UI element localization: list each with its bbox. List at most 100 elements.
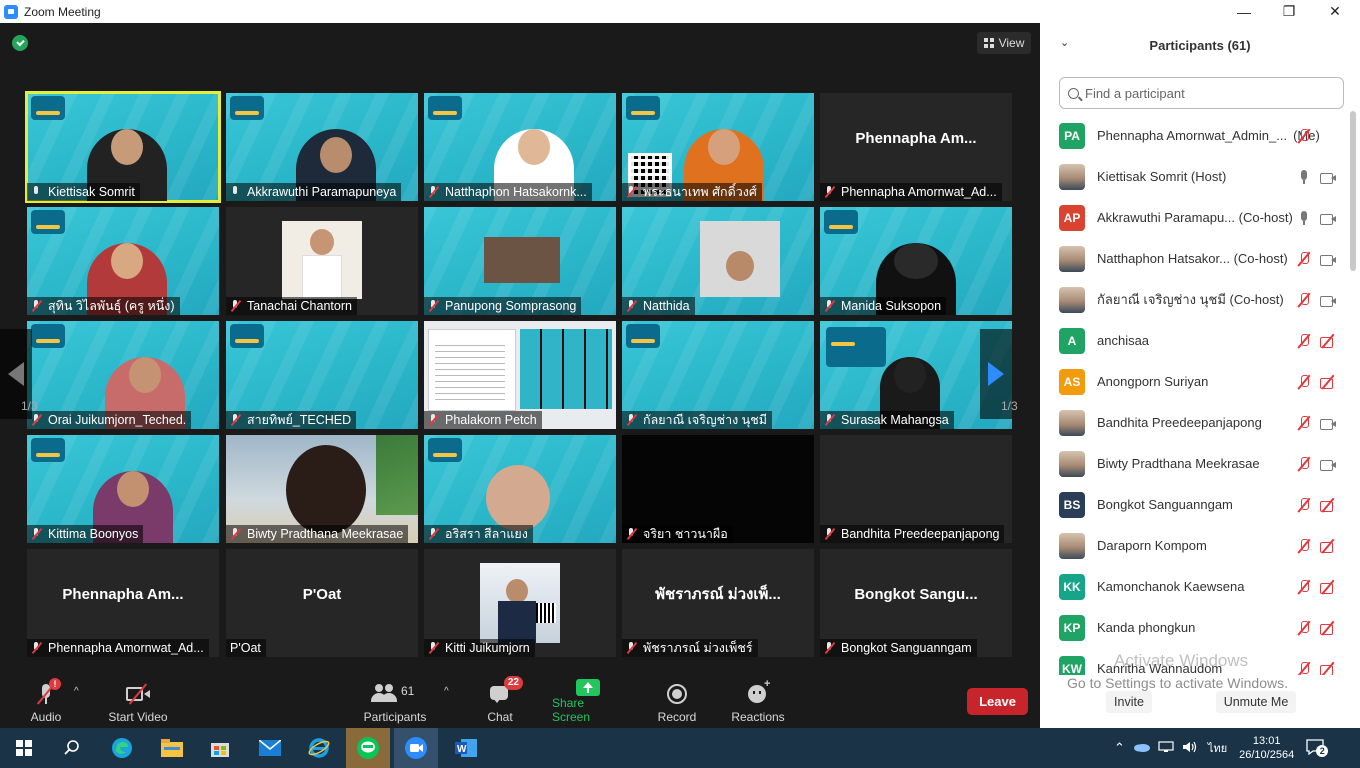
participant-search[interactable]: [1059, 77, 1344, 109]
video-tile[interactable]: Tanachai Chantorn: [226, 207, 418, 315]
file-explorer-icon[interactable]: [158, 734, 186, 762]
video-tile[interactable]: Kittima Boonyos: [27, 435, 219, 543]
video-tile[interactable]: จริยา ชาวนาผือ: [622, 435, 814, 543]
video-camera-icon[interactable]: [1320, 292, 1336, 308]
video-tile[interactable]: Orai Juikumjorn_Teched.: [27, 321, 219, 429]
participant-row[interactable]: Kiettisak Somrit (Host): [1040, 156, 1350, 197]
invite-button[interactable]: Invite: [1106, 691, 1152, 713]
mail-icon[interactable]: [256, 734, 284, 762]
network-icon[interactable]: [1158, 740, 1174, 756]
microphone-muted-icon[interactable]: [1296, 374, 1312, 390]
video-tile[interactable]: พัชราภรณ์ ม่วงเพ็... พัชราภรณ์ ม่วงเพ็ชร…: [622, 549, 814, 657]
participant-row[interactable]: KK Kamonchanok Kaewsena: [1040, 566, 1350, 607]
video-camera-icon[interactable]: [1320, 210, 1336, 226]
video-camera-off-icon[interactable]: [1320, 538, 1336, 554]
participants-button[interactable]: 61 Participants: [362, 676, 428, 724]
microphone-muted-icon[interactable]: [1296, 292, 1312, 308]
video-tile[interactable]: Manida Suksopon: [820, 207, 1012, 315]
video-tile[interactable]: Bandhita Preedeepanjapong: [820, 435, 1012, 543]
input-language[interactable]: ไทย: [1208, 739, 1227, 757]
video-tile[interactable]: Akkrawuthi Paramapuneya: [226, 93, 418, 201]
microphone-muted-icon[interactable]: [1296, 579, 1312, 595]
word-app-icon[interactable]: W: [452, 734, 480, 762]
record-button[interactable]: Record: [656, 676, 698, 724]
video-camera-icon[interactable]: [1320, 169, 1336, 185]
video-tile[interactable]: Phalakorn Petch: [424, 321, 616, 429]
notification-center-icon[interactable]: 2: [1306, 739, 1329, 757]
microphone-muted-icon[interactable]: [1296, 497, 1312, 513]
video-tile[interactable]: Natthida: [622, 207, 814, 315]
microphone-muted-icon[interactable]: [1296, 251, 1312, 267]
share-screen-button[interactable]: Share Screen: [552, 676, 624, 724]
video-tile[interactable]: Panupong Somprasong: [424, 207, 616, 315]
search-input[interactable]: [1085, 85, 1325, 101]
microsoft-store-icon[interactable]: [206, 734, 234, 762]
collapse-chevron-icon[interactable]: ⌄: [1060, 36, 1069, 49]
internet-explorer-icon[interactable]: [305, 734, 333, 762]
participant-row[interactable]: Bandhita Preedeepanjapong: [1040, 402, 1350, 443]
reactions-button[interactable]: + Reactions: [730, 676, 786, 724]
line-app-icon[interactable]: [346, 728, 390, 768]
video-tile[interactable]: กัลยาณี เจริญช่าง นุชมี: [622, 321, 814, 429]
video-camera-icon[interactable]: [1320, 456, 1336, 472]
onedrive-icon[interactable]: [1133, 742, 1150, 755]
maximize-button[interactable]: ❐: [1266, 0, 1312, 23]
video-tile[interactable]: สายทิพย์_TECHED: [226, 321, 418, 429]
microphone-muted-icon[interactable]: [1296, 128, 1312, 144]
participant-row[interactable]: กัลยาณี เจริญช่าง นุชมี (Co-host): [1040, 279, 1350, 320]
video-camera-off-icon[interactable]: [1320, 497, 1336, 513]
view-button[interactable]: View: [977, 32, 1031, 54]
video-camera-off-icon[interactable]: [1320, 661, 1336, 675]
video-camera-icon[interactable]: [1320, 251, 1336, 267]
video-tile[interactable]: พระธนาเทพ ศักดิ์วงศ์: [622, 93, 814, 201]
video-tile[interactable]: Biwty Pradthana Meekrasae: [226, 435, 418, 543]
video-tile[interactable]: Natthaphon Hatsakornk...: [424, 93, 616, 201]
microphone-muted-icon[interactable]: [1296, 661, 1312, 676]
volume-icon[interactable]: [1182, 741, 1198, 756]
video-camera-off-icon[interactable]: [1320, 579, 1336, 595]
security-shield-icon[interactable]: [12, 35, 28, 51]
video-tile[interactable]: สุทิน วิไลพันธุ์ (ครู หนึ่ง): [27, 207, 219, 315]
chat-button[interactable]: 22 Chat: [484, 676, 523, 724]
minimize-button[interactable]: —: [1221, 0, 1267, 23]
leave-button[interactable]: Leave: [967, 688, 1028, 715]
video-camera-icon[interactable]: [1320, 415, 1336, 431]
video-tile[interactable]: P'Oat P'Oat: [226, 549, 418, 657]
zoom-app-icon[interactable]: [394, 728, 438, 768]
video-camera-off-icon[interactable]: [1320, 374, 1336, 390]
audio-options-caret-icon[interactable]: ^: [74, 686, 79, 697]
participant-row[interactable]: AP Akkrawuthi Paramapu... (Co-host): [1040, 197, 1350, 238]
edge-browser-icon[interactable]: [108, 734, 136, 762]
video-camera-off-icon[interactable]: [1320, 620, 1336, 636]
video-tile[interactable]: Bongkot Sangu... Bongkot Sanguanngam: [820, 549, 1012, 657]
start-video-button[interactable]: Start Video: [106, 676, 170, 724]
microphone-muted-icon[interactable]: [1296, 333, 1312, 349]
microphone-muted-icon[interactable]: [1296, 456, 1312, 472]
participant-row[interactable]: AS Anongporn Suriyan: [1040, 361, 1350, 402]
video-tile[interactable]: อริสรา สีลาแยง: [424, 435, 616, 543]
microphone-icon[interactable]: [1296, 210, 1312, 226]
close-button[interactable]: ✕: [1312, 0, 1358, 23]
microphone-muted-icon[interactable]: [1296, 620, 1312, 636]
participant-row[interactable]: Daraporn Kompom: [1040, 525, 1350, 566]
microphone-muted-icon[interactable]: [1296, 415, 1312, 431]
clock[interactable]: 13:01 26/10/2564: [1239, 734, 1294, 762]
participant-row[interactable]: Aanchisaa: [1040, 320, 1350, 361]
audio-button[interactable]: ! Audio: [28, 676, 64, 724]
participant-row[interactable]: KP Kanda phongkun: [1040, 607, 1350, 648]
microphone-icon[interactable]: [1296, 169, 1312, 185]
participant-list-scrollbar[interactable]: [1350, 111, 1356, 271]
participants-options-caret-icon[interactable]: ^: [444, 686, 449, 697]
participant-row[interactable]: Biwty Pradthana Meekrasae: [1040, 443, 1350, 484]
microphone-muted-icon[interactable]: [1296, 538, 1312, 554]
video-camera-off-icon[interactable]: [1320, 333, 1336, 349]
video-tile[interactable]: Phennapha Am... Phennapha Amornwat_Ad...: [820, 93, 1012, 201]
video-tile[interactable]: Phennapha Am... Phennapha Amornwat_Ad...: [27, 549, 219, 657]
participant-row[interactable]: Natthaphon Hatsakor... (Co-host): [1040, 238, 1350, 279]
participant-row[interactable]: BS Bongkot Sanguanngam: [1040, 484, 1350, 525]
participant-list[interactable]: PA Phennapha Amornwat_Admin_... (Me) Kietti…: [1040, 115, 1350, 675]
participant-row[interactable]: PA Phennapha Amornwat_Admin_... (Me): [1040, 115, 1350, 156]
windows-start-icon[interactable]: [10, 734, 38, 762]
video-tile[interactable]: Kiettisak Somrit: [25, 91, 221, 203]
unmute-me-button[interactable]: Unmute Me: [1216, 691, 1296, 713]
